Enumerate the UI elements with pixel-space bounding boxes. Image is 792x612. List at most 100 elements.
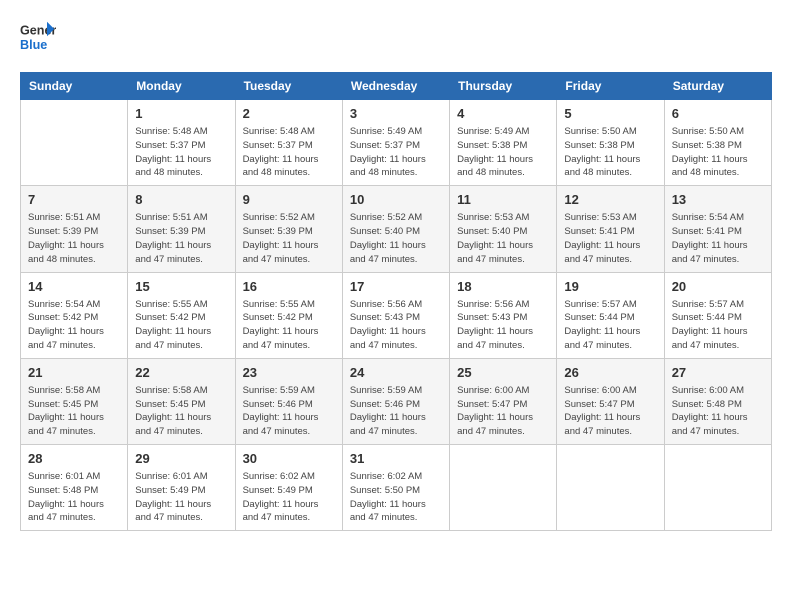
day-cell: 14 Sunrise: 5:54 AM Sunset: 5:42 PM Dayli…: [21, 272, 128, 358]
svg-text:Blue: Blue: [20, 38, 47, 52]
day-info: Sunrise: 5:56 AM Sunset: 5:43 PM Dayligh…: [457, 298, 549, 353]
col-header-tuesday: Tuesday: [235, 73, 342, 100]
day-cell: 5 Sunrise: 5:50 AM Sunset: 5:38 PM Daylig…: [557, 100, 664, 186]
col-header-wednesday: Wednesday: [342, 73, 449, 100]
day-number: 29: [135, 450, 227, 468]
day-info: Sunrise: 5:57 AM Sunset: 5:44 PM Dayligh…: [672, 298, 764, 353]
day-cell: 15Sunrise: 5:55 AM Sunset: 5:42 PM Dayli…: [128, 272, 235, 358]
day-info: Sunrise: 6:01 AM Sunset: 5:48 PM Dayligh…: [28, 470, 120, 525]
day-cell: 1 Sunrise: 5:48 AM Sunset: 5:37 PM Daylig…: [128, 100, 235, 186]
day-cell: 12Sunrise: 5:53 AM Sunset: 5:41 PM Dayli…: [557, 186, 664, 272]
day-info: Sunrise: 6:02 AM Sunset: 5:49 PM Dayligh…: [243, 470, 335, 525]
day-number: 21: [28, 364, 120, 382]
day-cell: 29 Sunrise: 6:01 AM Sunset: 5:49 PM Dayli…: [128, 445, 235, 531]
day-cell: [450, 445, 557, 531]
day-info: Sunrise: 5:55 AM Sunset: 5:42 PM Dayligh…: [243, 298, 335, 353]
day-number: 10: [350, 191, 442, 209]
day-cell: 19Sunrise: 5:57 AM Sunset: 5:44 PM Dayli…: [557, 272, 664, 358]
day-number: 13: [672, 191, 764, 209]
day-cell: 11 Sunrise: 5:53 AM Sunset: 5:40 PM Dayli…: [450, 186, 557, 272]
day-info: Sunrise: 6:02 AM Sunset: 5:50 PM Dayligh…: [350, 470, 442, 525]
day-number: 3: [350, 105, 442, 123]
day-number: 28: [28, 450, 120, 468]
day-info: Sunrise: 5:50 AM Sunset: 5:38 PM Dayligh…: [564, 125, 656, 180]
day-number: 7: [28, 191, 120, 209]
day-number: 19: [564, 278, 656, 296]
day-cell: [557, 445, 664, 531]
header-row: SundayMondayTuesdayWednesdayThursdayFrid…: [21, 73, 772, 100]
day-info: Sunrise: 5:52 AM Sunset: 5:39 PM Dayligh…: [243, 211, 335, 266]
day-cell: [664, 445, 771, 531]
day-number: 8: [135, 191, 227, 209]
day-info: Sunrise: 5:58 AM Sunset: 5:45 PM Dayligh…: [28, 384, 120, 439]
day-info: Sunrise: 5:48 AM Sunset: 5:37 PM Dayligh…: [243, 125, 335, 180]
day-info: Sunrise: 5:54 AM Sunset: 5:42 PM Dayligh…: [28, 298, 120, 353]
day-info: Sunrise: 6:00 AM Sunset: 5:48 PM Dayligh…: [672, 384, 764, 439]
day-cell: 23Sunrise: 5:59 AM Sunset: 5:46 PM Dayli…: [235, 358, 342, 444]
logo: GeneralBlue: [20, 20, 56, 56]
day-info: Sunrise: 6:01 AM Sunset: 5:49 PM Dayligh…: [135, 470, 227, 525]
day-cell: 26 Sunrise: 6:00 AM Sunset: 5:47 PM Dayli…: [557, 358, 664, 444]
day-cell: 13 Sunrise: 5:54 AM Sunset: 5:41 PM Dayli…: [664, 186, 771, 272]
day-number: 5: [564, 105, 656, 123]
day-info: Sunrise: 5:49 AM Sunset: 5:37 PM Dayligh…: [350, 125, 442, 180]
day-number: 20: [672, 278, 764, 296]
day-cell: 30 Sunrise: 6:02 AM Sunset: 5:49 PM Dayli…: [235, 445, 342, 531]
day-cell: 8 Sunrise: 5:51 AM Sunset: 5:39 PM Daylig…: [128, 186, 235, 272]
day-cell: 9Sunrise: 5:52 AM Sunset: 5:39 PM Daylig…: [235, 186, 342, 272]
day-cell: 17Sunrise: 5:56 AM Sunset: 5:43 PM Dayli…: [342, 272, 449, 358]
day-info: Sunrise: 5:59 AM Sunset: 5:46 PM Dayligh…: [243, 384, 335, 439]
day-cell: [21, 100, 128, 186]
day-number: 24: [350, 364, 442, 382]
col-header-saturday: Saturday: [664, 73, 771, 100]
page-header: GeneralBlue: [20, 20, 772, 56]
day-info: Sunrise: 5:59 AM Sunset: 5:46 PM Dayligh…: [350, 384, 442, 439]
day-info: Sunrise: 5:56 AM Sunset: 5:43 PM Dayligh…: [350, 298, 442, 353]
col-header-thursday: Thursday: [450, 73, 557, 100]
week-row-1: 1 Sunrise: 5:48 AM Sunset: 5:37 PM Daylig…: [21, 100, 772, 186]
day-number: 4: [457, 105, 549, 123]
col-header-monday: Monday: [128, 73, 235, 100]
week-row-4: 21 Sunrise: 5:58 AM Sunset: 5:45 PM Dayli…: [21, 358, 772, 444]
day-number: 25: [457, 364, 549, 382]
day-cell: 27 Sunrise: 6:00 AM Sunset: 5:48 PM Dayli…: [664, 358, 771, 444]
day-number: 11: [457, 191, 549, 209]
week-row-5: 28 Sunrise: 6:01 AM Sunset: 5:48 PM Dayli…: [21, 445, 772, 531]
day-number: 14: [28, 278, 120, 296]
day-number: 16: [243, 278, 335, 296]
calendar-table: SundayMondayTuesdayWednesdayThursdayFrid…: [20, 72, 772, 531]
col-header-sunday: Sunday: [21, 73, 128, 100]
day-cell: 10Sunrise: 5:52 AM Sunset: 5:40 PM Dayli…: [342, 186, 449, 272]
day-info: Sunrise: 5:50 AM Sunset: 5:38 PM Dayligh…: [672, 125, 764, 180]
day-cell: 2Sunrise: 5:48 AM Sunset: 5:37 PM Daylig…: [235, 100, 342, 186]
day-cell: 22 Sunrise: 5:58 AM Sunset: 5:45 PM Dayli…: [128, 358, 235, 444]
day-info: Sunrise: 6:00 AM Sunset: 5:47 PM Dayligh…: [457, 384, 549, 439]
day-number: 1: [135, 105, 227, 123]
day-info: Sunrise: 5:51 AM Sunset: 5:39 PM Dayligh…: [135, 211, 227, 266]
day-info: Sunrise: 5:51 AM Sunset: 5:39 PM Dayligh…: [28, 211, 120, 266]
day-number: 30: [243, 450, 335, 468]
day-cell: 16 Sunrise: 5:55 AM Sunset: 5:42 PM Dayli…: [235, 272, 342, 358]
day-info: Sunrise: 5:53 AM Sunset: 5:41 PM Dayligh…: [564, 211, 656, 266]
day-cell: 20 Sunrise: 5:57 AM Sunset: 5:44 PM Dayli…: [664, 272, 771, 358]
day-number: 22: [135, 364, 227, 382]
day-number: 26: [564, 364, 656, 382]
day-number: 18: [457, 278, 549, 296]
week-row-3: 14 Sunrise: 5:54 AM Sunset: 5:42 PM Dayli…: [21, 272, 772, 358]
logo-icon: GeneralBlue: [20, 20, 56, 56]
day-info: Sunrise: 5:58 AM Sunset: 5:45 PM Dayligh…: [135, 384, 227, 439]
week-row-2: 7 Sunrise: 5:51 AM Sunset: 5:39 PM Daylig…: [21, 186, 772, 272]
day-cell: 7 Sunrise: 5:51 AM Sunset: 5:39 PM Daylig…: [21, 186, 128, 272]
day-info: Sunrise: 5:53 AM Sunset: 5:40 PM Dayligh…: [457, 211, 549, 266]
day-cell: 24 Sunrise: 5:59 AM Sunset: 5:46 PM Dayli…: [342, 358, 449, 444]
day-number: 15: [135, 278, 227, 296]
day-info: Sunrise: 5:54 AM Sunset: 5:41 PM Dayligh…: [672, 211, 764, 266]
day-info: Sunrise: 6:00 AM Sunset: 5:47 PM Dayligh…: [564, 384, 656, 439]
day-cell: 21 Sunrise: 5:58 AM Sunset: 5:45 PM Dayli…: [21, 358, 128, 444]
day-cell: 6 Sunrise: 5:50 AM Sunset: 5:38 PM Daylig…: [664, 100, 771, 186]
day-info: Sunrise: 5:48 AM Sunset: 5:37 PM Dayligh…: [135, 125, 227, 180]
day-number: 6: [672, 105, 764, 123]
day-cell: 28 Sunrise: 6:01 AM Sunset: 5:48 PM Dayli…: [21, 445, 128, 531]
day-number: 31: [350, 450, 442, 468]
day-number: 27: [672, 364, 764, 382]
